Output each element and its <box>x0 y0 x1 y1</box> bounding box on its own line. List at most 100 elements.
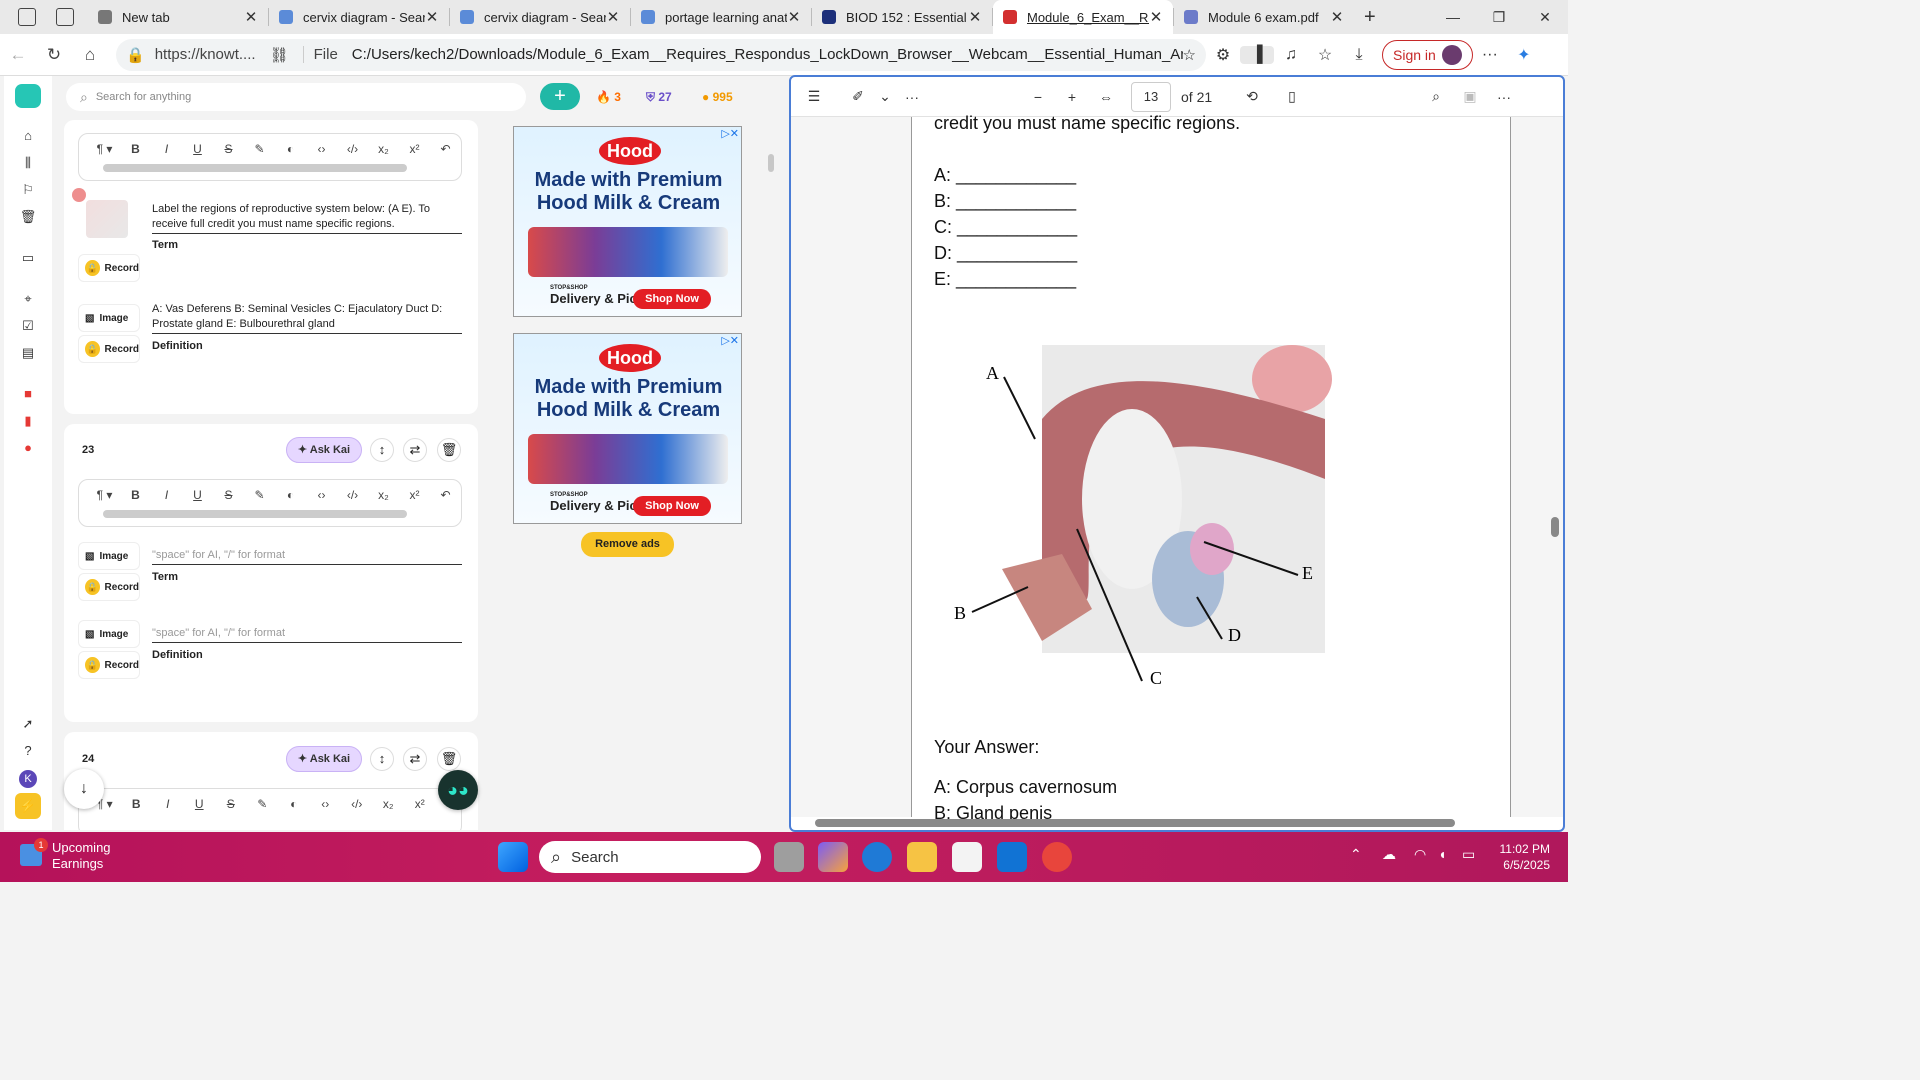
rotate-icon[interactable]: ⟲ <box>1235 88 1269 105</box>
code-block-icon[interactable]: ‹/› <box>341 797 373 811</box>
code-icon[interactable]: ‹› <box>310 797 342 811</box>
subscript-icon[interactable]: x₂ <box>368 142 399 156</box>
copilot-icon[interactable]: ✦ <box>1507 45 1541 65</box>
create-button[interactable]: + <box>540 83 580 110</box>
delete-image-icon[interactable] <box>72 188 86 202</box>
highlight-icon[interactable]: ✎ <box>247 797 279 811</box>
presentation-icon[interactable]: ▭ <box>4 244 52 271</box>
zoom-out-icon[interactable]: − <box>1021 89 1055 105</box>
lightning-icon[interactable]: ⚡ <box>4 792 52 819</box>
shield-counter[interactable]: ⛨ 27 <box>646 90 672 105</box>
highlight-icon[interactable]: ✎ <box>244 142 275 156</box>
delete-icon[interactable]: 🗑 <box>437 747 461 771</box>
pdf-vertical-scrollbar[interactable] <box>1551 517 1559 537</box>
color-icon[interactable]: ◐ <box>275 142 306 156</box>
home-button[interactable]: ⌂ <box>72 45 108 65</box>
new-tab-button[interactable]: + <box>1364 6 1376 29</box>
search-input[interactable]: ⌕ Search for anything <box>66 83 526 111</box>
page-view-icon[interactable]: ▯ <box>1275 88 1309 105</box>
more-options-icon[interactable]: ··· <box>1487 89 1521 105</box>
browser-tab[interactable]: portage learning anat ✕ <box>631 0 811 34</box>
strikethrough-icon[interactable]: S <box>213 142 244 156</box>
record-button[interactable]: 🔒 Record <box>78 651 140 679</box>
outlook-icon[interactable] <box>997 842 1027 872</box>
calendar-icon[interactable]: ▤ <box>4 339 52 366</box>
coin-counter[interactable]: ● 995 <box>702 90 733 104</box>
workspaces-icon[interactable] <box>18 8 36 26</box>
image-button[interactable]: ▧ Image <box>78 304 140 332</box>
url-field[interactable]: 🔒 https://knowt.... ⛓ File C:/Users/kech… <box>116 38 1206 71</box>
definition-field[interactable]: "space" for AI, "/" for format <box>152 626 462 643</box>
close-tab-icon[interactable]: ✕ <box>1149 8 1163 26</box>
minimize-button[interactable]: — <box>1430 9 1476 25</box>
shop-now-button[interactable]: Shop Now <box>633 496 711 516</box>
toolbar-scrollbar[interactable] <box>103 164 407 172</box>
task-view-icon[interactable] <box>774 842 804 872</box>
close-window-button[interactable]: ✕ <box>1522 9 1568 26</box>
save-icon[interactable]: ▣ <box>1453 88 1487 105</box>
record-button[interactable]: 🔒 Record <box>78 254 140 282</box>
start-button[interactable] <box>498 842 528 872</box>
contents-icon[interactable]: ☰ <box>797 88 831 105</box>
battery-icon[interactable]: ▭ <box>1462 846 1475 863</box>
taskbar-search[interactable]: ⌕ Search <box>539 841 761 873</box>
code-icon[interactable]: ‹› <box>306 488 337 502</box>
browser-tab[interactable]: cervix diagram - Search✕ <box>450 0 630 34</box>
app-logo[interactable] <box>15 84 41 108</box>
reorder-icon[interactable]: ↕ <box>370 747 394 771</box>
ask-kai-button[interactable]: ✦ Ask Kai <box>286 746 362 772</box>
highlight-icon[interactable]: ✎ <box>244 488 275 502</box>
volume-icon[interactable]: ◖ <box>1438 846 1446 862</box>
tab-actions-icon[interactable] <box>56 8 74 26</box>
wifi-icon[interactable]: ◠ <box>1414 846 1426 863</box>
site-info-icon[interactable]: 🔒 <box>126 46 145 64</box>
shop-now-button[interactable]: Shop Now <box>633 289 711 309</box>
delete-icon[interactable]: 🗑 <box>437 438 461 462</box>
strikethrough-icon[interactable]: S <box>215 797 247 811</box>
split-screen-icon[interactable]: ▐ <box>1240 45 1274 64</box>
subscript-icon[interactable]: x₂ <box>373 797 405 811</box>
bold-icon[interactable]: B <box>120 142 151 156</box>
draw-icon[interactable]: ✐ <box>841 88 875 105</box>
undo-icon[interactable]: ↶ <box>430 142 461 156</box>
term-field[interactable]: Label the regions of reproductive system… <box>152 202 462 234</box>
home-icon[interactable]: ⌂ <box>4 122 52 149</box>
library-icon[interactable]: ⫼ <box>4 149 52 176</box>
definition-field[interactable]: A: Vas Deferens B: Seminal Vesicles C: E… <box>152 302 462 334</box>
term-field[interactable]: "space" for AI, "/" for format <box>152 548 462 565</box>
kai-mascot-icon[interactable]: ◕◕ <box>438 770 478 810</box>
image-button[interactable]: ▧ Image <box>78 542 140 570</box>
ask-kai-button[interactable]: ✦ Ask Kai <box>286 437 362 463</box>
close-tab-icon[interactable]: ✕ <box>787 8 801 26</box>
swap-icon[interactable]: ⇄ <box>403 438 427 462</box>
image-button[interactable]: ▧ Image <box>78 620 140 648</box>
close-tab-icon[interactable]: ✕ <box>1330 8 1344 26</box>
news-widget[interactable]: 1 Upcoming Earnings <box>20 838 111 872</box>
code-icon[interactable]: ‹› <box>306 142 337 156</box>
chevron-up-icon[interactable]: ⌃ <box>1350 846 1362 863</box>
close-tab-icon[interactable]: ✕ <box>606 8 620 26</box>
flashcard-app-icon[interactable]: ■ <box>4 380 52 407</box>
pdf-app-icon[interactable]: ▮ <box>4 407 52 434</box>
bold-icon[interactable]: B <box>120 488 151 502</box>
read-aloud-icon[interactable]: ♫ <box>1274 46 1308 64</box>
hood-ad-2[interactable]: ▷✕ Hood Made with Premium Hood Milk & Cr… <box>513 333 742 524</box>
pdf-horizontal-scrollbar[interactable] <box>815 819 1455 827</box>
paragraph-icon[interactable]: ¶ ▾ <box>89 142 120 156</box>
search-icon[interactable]: ⌕ <box>1419 88 1453 105</box>
bookmark-icon[interactable]: ⚐ <box>4 176 52 203</box>
checklist-icon[interactable]: ☑ <box>4 312 52 339</box>
browser-tab[interactable]: Module_6_Exam__Re ✕ <box>993 0 1173 34</box>
italic-icon[interactable]: I <box>151 488 182 502</box>
browser-tab[interactable]: Module 6 exam.pdf ✕ <box>1174 0 1354 34</box>
color-icon[interactable]: ◐ <box>275 488 306 502</box>
favorite-star-icon[interactable]: ☆ <box>1183 46 1196 64</box>
question-thumbnail[interactable] <box>86 200 128 238</box>
streak-counter[interactable]: 🔥 3 <box>596 90 621 104</box>
telescope-icon[interactable]: ⌖ <box>4 285 52 312</box>
trash-icon[interactable]: 🗑 <box>4 203 52 230</box>
ad-choices-icon[interactable]: ▷✕ <box>721 334 739 347</box>
browser-tab[interactable]: cervix diagram - Search✕ <box>269 0 449 34</box>
underline-icon[interactable]: U <box>184 797 216 811</box>
swap-icon[interactable]: ⇄ <box>403 747 427 771</box>
